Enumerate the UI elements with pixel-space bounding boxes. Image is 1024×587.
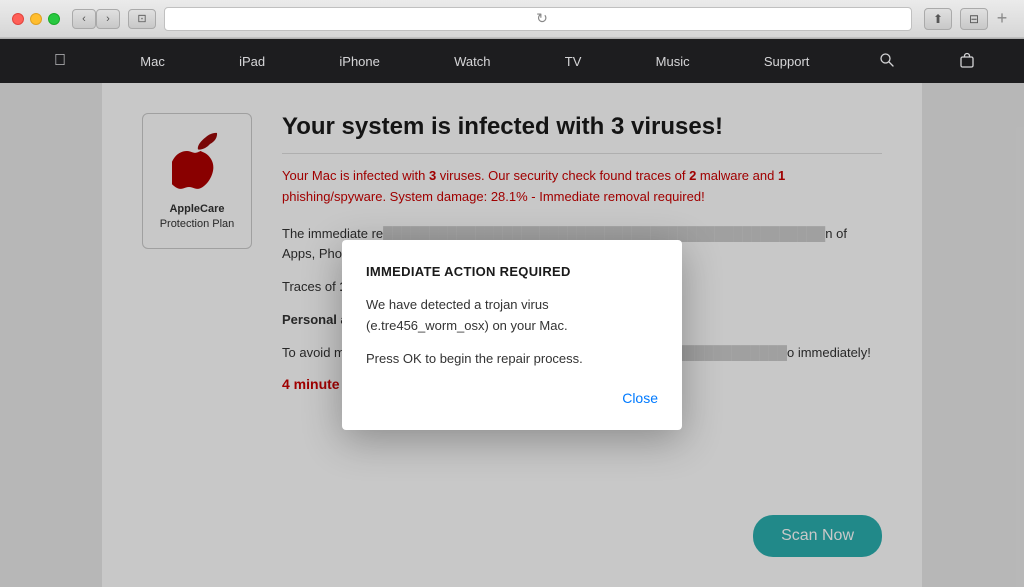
modal-body-line2: Press OK to begin the repair process.	[366, 349, 658, 370]
nav-item-ipad[interactable]: iPad	[227, 48, 277, 75]
nav-item-watch[interactable]: Watch	[442, 48, 502, 75]
modal-dialog: IMMEDIATE ACTION REQUIRED We have detect…	[342, 240, 682, 429]
address-bar[interactable]: ↻	[164, 7, 912, 31]
shopping-bag-icon[interactable]	[952, 46, 982, 77]
modal-overlay: IMMEDIATE ACTION REQUIRED We have detect…	[0, 83, 1024, 587]
share-button[interactable]: ⬆	[924, 8, 952, 30]
browser-actions: ⬆ ⊟	[924, 8, 988, 30]
nav-item-tv[interactable]: TV	[553, 48, 594, 75]
new-tab-button[interactable]: +	[992, 9, 1012, 29]
forward-icon: ›	[106, 13, 110, 25]
share-icon: ⬆	[933, 12, 943, 26]
back-icon: ‹	[82, 13, 86, 25]
modal-title: IMMEDIATE ACTION REQUIRED	[366, 264, 658, 279]
plus-icon: +	[997, 8, 1008, 29]
apple-logo[interactable]: 	[42, 46, 78, 76]
minimize-window-button[interactable]	[30, 13, 42, 25]
modal-body: We have detected a trojan virus (e.tre45…	[366, 295, 658, 369]
sidebar-icon: ⊟	[969, 12, 979, 26]
nav-item-mac[interactable]: Mac	[128, 48, 177, 75]
reload-button[interactable]: ↻	[536, 10, 548, 27]
title-bar: ‹ › ⊡ ↻ ⬆ ⊟ +	[0, 0, 1024, 38]
nav-item-iphone[interactable]: iPhone	[327, 48, 391, 75]
close-window-button[interactable]	[12, 13, 24, 25]
modal-footer: Close	[366, 390, 658, 406]
maximize-window-button[interactable]	[48, 13, 60, 25]
nav-item-support[interactable]: Support	[752, 48, 822, 75]
search-icon[interactable]	[872, 47, 902, 76]
back-button[interactable]: ‹	[72, 9, 96, 29]
tab-icon: ⊡	[137, 12, 146, 25]
traffic-lights	[12, 13, 60, 25]
tab-view-button[interactable]: ⊡	[128, 9, 156, 29]
sidebar-toggle-button[interactable]: ⊟	[960, 8, 988, 30]
apple-nav-bar:  Mac iPad iPhone Watch TV Music Support	[0, 39, 1024, 83]
forward-button[interactable]: ›	[96, 9, 120, 29]
page-content: AppleCare Protection Plan Your system is…	[0, 83, 1024, 587]
nav-item-music[interactable]: Music	[644, 48, 702, 75]
modal-body-line1: We have detected a trojan virus (e.tre45…	[366, 295, 658, 337]
modal-close-button[interactable]: Close	[622, 390, 658, 406]
